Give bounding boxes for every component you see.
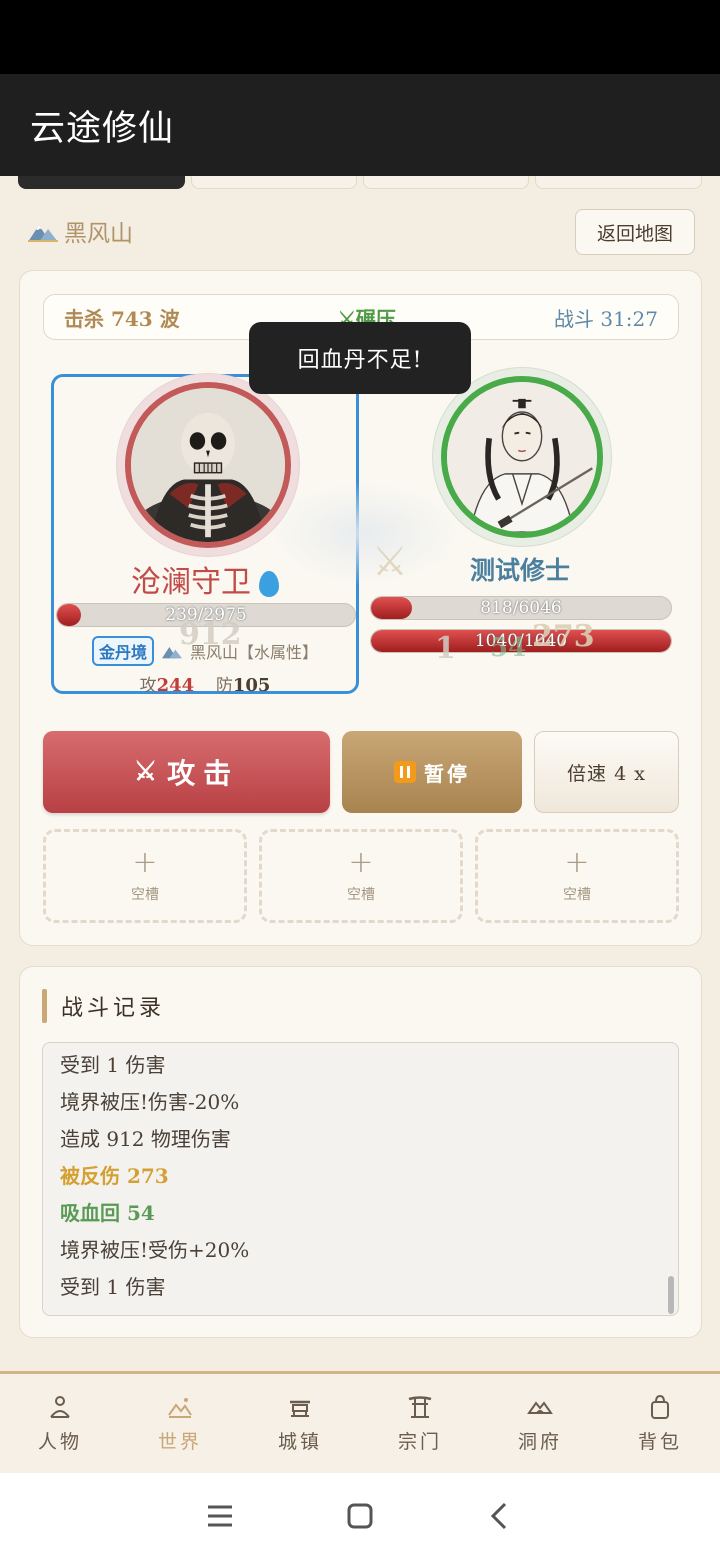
plus-icon: + [564,845,590,880]
toast-message: 回血丹不足! [249,322,471,394]
slot-label: 空槽 [347,887,375,903]
skeleton-image [131,388,285,542]
pause-button[interactable]: 暂停 [342,731,522,813]
damage-float-273: 273 [532,619,595,654]
pause-label: 暂停 [424,761,470,786]
tab-strip [0,176,720,190]
menu-icon[interactable] [205,1501,235,1531]
nav-label: 世界 [157,1431,202,1453]
cultivator-image [447,382,597,532]
nav-town[interactable]: 城镇 [240,1374,360,1473]
back-icon[interactable] [485,1501,515,1531]
status-bar [0,0,720,74]
location-name: 黑风山 [64,221,133,247]
person-icon [50,1396,70,1418]
mountain-icon [28,225,58,242]
heal-float-54: 54 [490,633,527,663]
skill-slot-2[interactable]: + 空槽 [259,829,463,923]
log-line: 受到 1 伤害 [60,1275,166,1299]
plus-icon: + [348,845,374,880]
mountain-small-icon [162,647,183,659]
slot-label: 空槽 [131,887,159,903]
skill-slot-1[interactable]: + 空槽 [43,829,247,923]
enemy-origin: 黑风山【水属性】 [190,643,319,662]
log-line: 受到 1 伤害 [60,1053,166,1077]
log-line: 被反伤 273 [60,1164,169,1188]
player-name: 测试修士 [469,556,570,585]
tab-2[interactable] [191,176,357,189]
accent-bar [42,989,47,1023]
nav-sect[interactable]: 宗门 [360,1374,480,1473]
bottom-nav: 人物 世界 城镇 宗门 洞府 背包 [0,1371,720,1473]
enemy-stats: 攻244 防105 [54,671,356,696]
world-icon [168,1398,192,1418]
app-title: 云途修仙 [30,108,175,149]
crossed-swords-icon: ⚔ [372,539,408,585]
player-hp-bar: 818/6046 [370,596,672,620]
town-icon [290,1400,310,1417]
player-portrait [441,376,603,538]
nav-label: 人物 [37,1431,82,1453]
sect-icon [408,1396,432,1418]
nav-label: 洞府 [517,1431,562,1453]
slot-label: 空槽 [563,887,591,903]
nav-person[interactable]: 人物 [0,1374,120,1473]
log-line: 造成 912 物理伤害 [60,1127,231,1151]
sword-icon: ⚔ [133,757,158,787]
enemy-name: 沧澜守卫 [131,565,251,600]
log-line: 境界被压!伤害-20% [60,1090,240,1114]
battle-timer: 战斗 31:27 [554,306,658,331]
attack-button[interactable]: ⚔ 攻击 [43,731,330,813]
attack-label: 攻击 [167,757,240,790]
kill-count: 击杀 743 波 [64,306,180,331]
bag-icon [651,1394,669,1419]
enemy-portrait [125,382,291,548]
system-nav-bar [0,1473,720,1559]
plus-icon: + [132,845,158,880]
tab-3[interactable] [363,176,529,189]
pause-icon [394,761,416,783]
atk-label: 攻 [139,676,157,696]
damage-float-1: 1 [435,631,456,666]
log-scrollbar[interactable] [668,1276,674,1314]
location-header: 黑风山 [28,214,133,248]
log-title: 战斗记录 [61,996,166,1021]
back-to-map-button[interactable]: 返回地图 [575,209,695,255]
nav-bag[interactable]: 背包 [600,1374,720,1473]
nav-world[interactable]: 世界 [120,1374,240,1473]
water-drop-icon [259,571,279,597]
def-value: 105 [232,675,271,696]
battle-log-panel: 战斗记录 受到 1 伤害 境界被压!伤害-20% 造成 912 物理伤害 被反伤… [19,966,702,1338]
nav-cave[interactable]: 洞府 [480,1374,600,1473]
home-icon[interactable] [345,1501,375,1531]
player-hp-text: 818/6046 [480,598,562,618]
tab-1[interactable] [18,176,185,189]
nav-label: 宗门 [397,1431,442,1453]
log-list[interactable]: 受到 1 伤害 境界被压!伤害-20% 造成 912 物理伤害 被反伤 273 … [42,1042,679,1316]
log-header: 战斗记录 [42,989,165,1023]
atk-value: 244 [156,675,195,696]
log-line: 境界被压!受伤+20% [60,1238,250,1262]
enemy-realm-row: 金丹境 黑风山【水属性】 [92,636,318,666]
realm-badge: 金丹境 [92,636,155,666]
skill-slot-3[interactable]: + 空槽 [475,829,679,923]
log-line: 吸血回 54 [60,1201,155,1225]
tab-4[interactable] [535,176,702,189]
cave-icon [527,1401,553,1414]
def-label: 防 [215,676,233,696]
speed-button[interactable]: 倍速 4 x [534,731,679,813]
app-bar: 云途修仙 [0,74,720,176]
nav-label: 背包 [637,1431,682,1453]
nav-label: 城镇 [277,1431,322,1453]
